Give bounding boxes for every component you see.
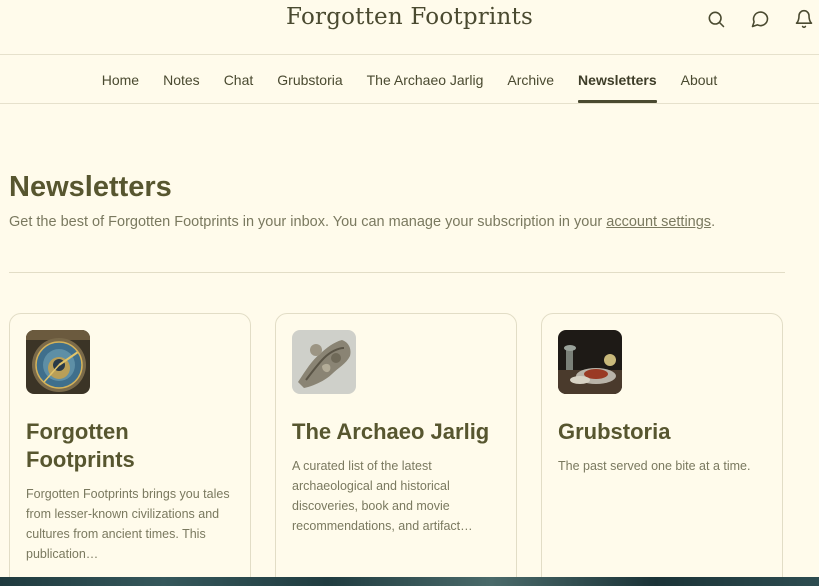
- nav-notes[interactable]: Notes: [151, 55, 212, 103]
- card-title: The Archaeo Jarlig: [292, 419, 490, 444]
- publication-title[interactable]: Forgotten Footprints: [0, 4, 819, 30]
- divider: [9, 272, 785, 273]
- nav-newsletters[interactable]: Newsletters: [566, 55, 669, 103]
- search-icon[interactable]: [705, 8, 727, 30]
- still-life-painting-image: [558, 330, 622, 394]
- card-title: Forgotten Footprints: [26, 419, 135, 472]
- nav-archaeo-jarlig[interactable]: The Archaeo Jarlig: [355, 55, 496, 103]
- background-image-strip: [0, 577, 819, 586]
- bell-icon[interactable]: [793, 8, 815, 30]
- newsletter-card-grubstoria[interactable]: Grubstoria The past served one bite at a…: [541, 313, 783, 586]
- nav-grubstoria[interactable]: Grubstoria: [265, 55, 354, 103]
- card-title: Grubstoria: [558, 419, 671, 444]
- newsletter-card-forgotten-footprints[interactable]: Forgotten Footprints Forgotten Footprint…: [9, 313, 251, 586]
- nav-home[interactable]: Home: [90, 55, 151, 103]
- nav-about[interactable]: About: [669, 55, 730, 103]
- subtitle-suffix: .: [711, 214, 716, 230]
- top-bar: Forgotten Footprints: [0, 0, 819, 55]
- card-description: A curated list of the latest archaeologi…: [292, 459, 473, 533]
- newsletter-card-archaeo-jarlig[interactable]: The Archaeo Jarlig A curated list of the…: [275, 313, 517, 586]
- header-actions: [705, 8, 815, 30]
- astronomical-clock-image: [26, 330, 90, 394]
- page-title: Newsletters: [9, 171, 172, 203]
- page-subtitle: Get the best of Forgotten Footprints in …: [9, 214, 715, 230]
- card-description: The past served one bite at a time.: [558, 459, 751, 473]
- chat-bubble-icon[interactable]: [749, 8, 771, 30]
- nav-chat[interactable]: Chat: [212, 55, 266, 103]
- nav-archive[interactable]: Archive: [495, 55, 566, 103]
- main-nav: Home Notes Chat Grubstoria The Archaeo J…: [0, 55, 819, 104]
- account-settings-link[interactable]: account settings: [606, 214, 711, 230]
- subtitle-text: Get the best of Forgotten Footprints in …: [9, 214, 607, 230]
- card-description: Forgotten Footprints brings you tales fr…: [26, 487, 230, 561]
- silver-artifact-image: [292, 330, 356, 394]
